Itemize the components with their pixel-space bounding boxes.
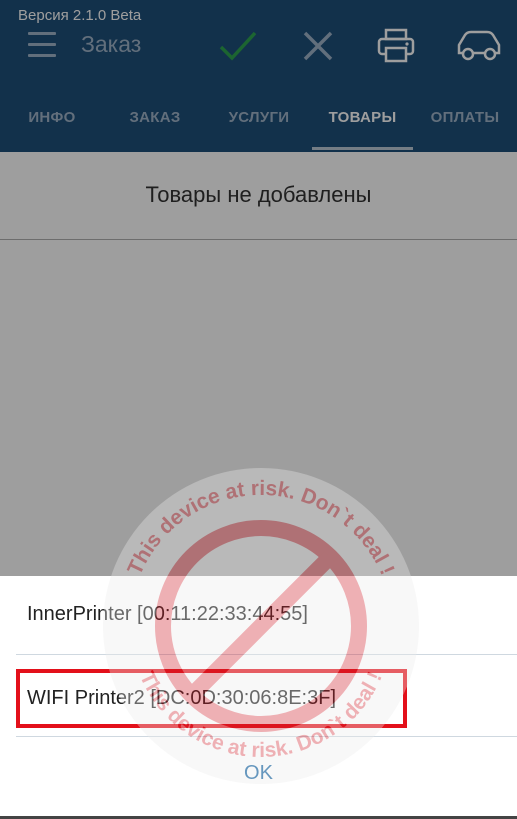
printer-option-inner[interactable]: InnerPrinter [00:11:22:33:44:55]: [0, 576, 517, 652]
app-screen: Версия 2.1.0 Beta Заказ ИНФО ЗАКАЗ УСЛУГ…: [0, 0, 517, 819]
printer-select-dialog: InnerPrinter [00:11:22:33:44:55] WIFI Pr…: [0, 576, 517, 819]
item-divider: [16, 736, 517, 737]
item-divider: [16, 654, 517, 655]
printer-option-label: InnerPrinter [00:11:22:33:44:55]: [27, 602, 308, 625]
ok-button[interactable]: OK: [0, 762, 517, 792]
selection-highlight-box: [16, 669, 407, 728]
